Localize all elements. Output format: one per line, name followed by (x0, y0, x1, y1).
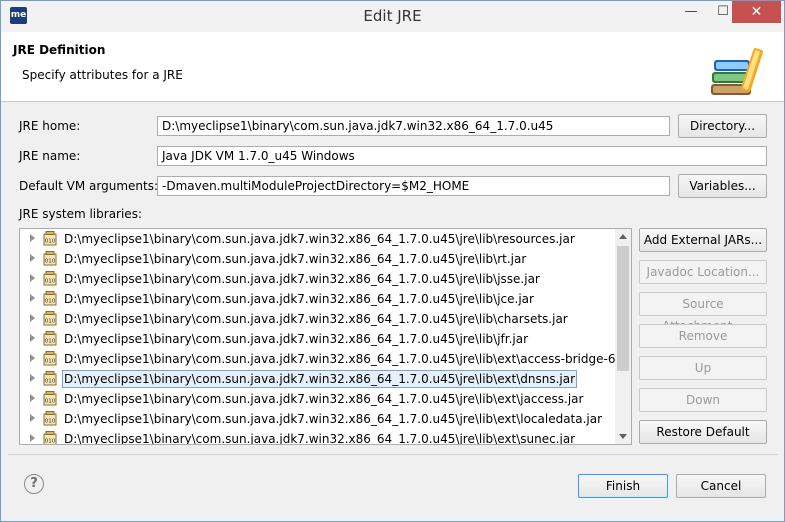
restore-default-button[interactable]: Restore Default (639, 420, 767, 444)
expand-arrow-icon[interactable] (30, 234, 35, 242)
directory-button[interactable]: Directory... (678, 114, 767, 138)
library-row[interactable]: 010 D:\myeclipse1\binary\com.sun.java.jdk… (20, 309, 615, 329)
expand-arrow-icon[interactable] (30, 434, 35, 442)
expand-arrow-icon[interactable] (30, 414, 35, 422)
variables-button[interactable]: Variables... (678, 174, 767, 198)
jre-home-input[interactable]: D:\myeclipse1\binary\com.sun.java.jdk7.w… (157, 116, 670, 136)
svg-text:010: 010 (45, 299, 56, 305)
system-libraries-tree[interactable]: 010 D:\myeclipse1\binary\com.sun.java.jdk… (19, 228, 632, 445)
add-external-jars-button[interactable]: Add External JARs... (639, 228, 767, 252)
expand-arrow-icon[interactable] (30, 334, 35, 342)
library-path: D:\myeclipse1\binary\com.sun.java.jdk7.w… (64, 432, 576, 445)
library-path: D:\myeclipse1\binary\com.sun.java.jdk7.w… (64, 332, 529, 346)
library-row[interactable]: 010 D:\myeclipse1\binary\com.sun.java.jdk… (20, 389, 615, 409)
finish-button[interactable]: Finish (578, 474, 668, 498)
edit-jre-dialog: me Edit JRE — ☐ ✕ JRE Definition Specify… (0, 0, 785, 522)
libraries-scrollbar[interactable] (615, 229, 631, 444)
jre-name-label: JRE name: (19, 149, 81, 163)
jar-file-icon: 010 (43, 431, 57, 445)
library-path: D:\myeclipse1\binary\com.sun.java.jdk7.w… (64, 232, 575, 246)
library-path: D:\myeclipse1\binary\com.sun.java.jdk7.w… (64, 252, 527, 266)
jar-file-icon: 010 (43, 311, 57, 326)
expand-arrow-icon[interactable] (30, 354, 35, 362)
remove-button[interactable]: Remove (639, 324, 767, 348)
system-libraries-label: JRE system libraries: (19, 207, 142, 221)
svg-text:010: 010 (45, 379, 56, 385)
svg-text:010: 010 (45, 279, 56, 285)
scroll-up-button[interactable] (615, 229, 631, 245)
svg-text:010: 010 (45, 439, 56, 445)
jre-home-label: JRE home: (19, 119, 81, 133)
svg-text:010: 010 (45, 319, 56, 325)
window-title: Edit JRE (363, 7, 422, 25)
up-button[interactable]: Up (639, 356, 767, 380)
jar-file-icon: 010 (43, 291, 57, 306)
cancel-button[interactable]: Cancel (676, 474, 766, 498)
library-path: D:\myeclipse1\binary\com.sun.java.jdk7.w… (64, 412, 603, 426)
header-description: Specify attributes for a JRE (22, 68, 183, 82)
svg-text:010: 010 (45, 239, 56, 245)
jar-file-icon: 010 (43, 351, 57, 366)
library-row[interactable]: 010 D:\myeclipse1\binary\com.sun.java.jdk… (20, 429, 615, 445)
library-path: D:\myeclipse1\binary\com.sun.java.jdk7.w… (64, 272, 540, 286)
library-path: D:\myeclipse1\binary\com.sun.java.jdk7.w… (64, 292, 534, 306)
library-row[interactable]: 010 D:\myeclipse1\binary\com.sun.java.jdk… (20, 329, 615, 349)
library-row[interactable]: 010 D:\myeclipse1\binary\com.sun.java.jdk… (20, 369, 615, 389)
library-path: D:\myeclipse1\binary\com.sun.java.jdk7.w… (64, 312, 568, 326)
books-icon (711, 48, 764, 95)
library-row[interactable]: 010 D:\myeclipse1\binary\com.sun.java.jdk… (20, 409, 615, 429)
library-row[interactable]: 010 D:\myeclipse1\binary\com.sun.java.jdk… (20, 229, 615, 249)
library-row[interactable]: 010 D:\myeclipse1\binary\com.sun.java.jdk… (20, 249, 615, 269)
vm-arguments-label: Default VM arguments: (19, 179, 159, 193)
close-button[interactable]: ✕ (732, 1, 781, 23)
scroll-thumb[interactable] (617, 246, 629, 371)
jre-name-input[interactable]: Java JDK VM 1.7.0_u45 Windows (157, 146, 767, 166)
svg-text:010: 010 (45, 399, 56, 405)
expand-arrow-icon[interactable] (30, 314, 35, 322)
scroll-down-button[interactable] (615, 428, 631, 444)
svg-text:010: 010 (45, 359, 56, 365)
jar-file-icon: 010 (43, 391, 57, 406)
library-row[interactable]: 010 D:\myeclipse1\binary\com.sun.java.jdk… (20, 289, 615, 309)
header-title: JRE Definition (13, 43, 106, 57)
expand-arrow-icon[interactable] (30, 394, 35, 402)
library-path: D:\myeclipse1\binary\com.sun.java.jdk7.w… (64, 352, 632, 366)
source-attachment-button[interactable]: Source Attachment... (639, 292, 767, 333)
library-row[interactable]: 010 D:\myeclipse1\binary\com.sun.java.jdk… (20, 269, 615, 289)
scroll-up-arrow-icon (619, 234, 627, 239)
expand-arrow-icon[interactable] (30, 274, 35, 282)
expand-arrow-icon[interactable] (30, 294, 35, 302)
jar-file-icon: 010 (43, 251, 57, 266)
jar-file-icon: 010 (43, 331, 57, 346)
footer-separator (8, 454, 778, 455)
javadoc-location-button[interactable]: Javadoc Location... (639, 260, 767, 284)
vm-arguments-input[interactable]: -Dmaven.multiModuleProjectDirectory=$M2_… (157, 176, 670, 196)
expand-arrow-icon[interactable] (30, 254, 35, 262)
expand-arrow-icon[interactable] (30, 374, 35, 382)
minimize-button[interactable]: — (675, 1, 707, 23)
scroll-down-arrow-icon (619, 434, 627, 439)
svg-text:010: 010 (45, 259, 56, 265)
jar-file-icon: 010 (43, 371, 57, 386)
library-path: D:\myeclipse1\binary\com.sun.java.jdk7.w… (61, 370, 578, 388)
title-bar[interactable]: me Edit JRE — ☐ ✕ (1, 1, 784, 32)
jar-file-icon: 010 (43, 411, 57, 426)
help-icon[interactable]: ? (24, 474, 44, 494)
jar-file-icon: 010 (43, 271, 57, 286)
svg-text:010: 010 (45, 419, 56, 425)
dialog-header: JRE Definition Specify attributes for a … (1, 32, 784, 102)
down-button[interactable]: Down (639, 388, 767, 412)
library-path: D:\myeclipse1\binary\com.sun.java.jdk7.w… (64, 392, 584, 406)
jar-file-icon: 010 (43, 231, 57, 246)
library-row[interactable]: 010 D:\myeclipse1\binary\com.sun.java.jdk… (20, 349, 631, 369)
svg-text:010: 010 (45, 339, 56, 345)
